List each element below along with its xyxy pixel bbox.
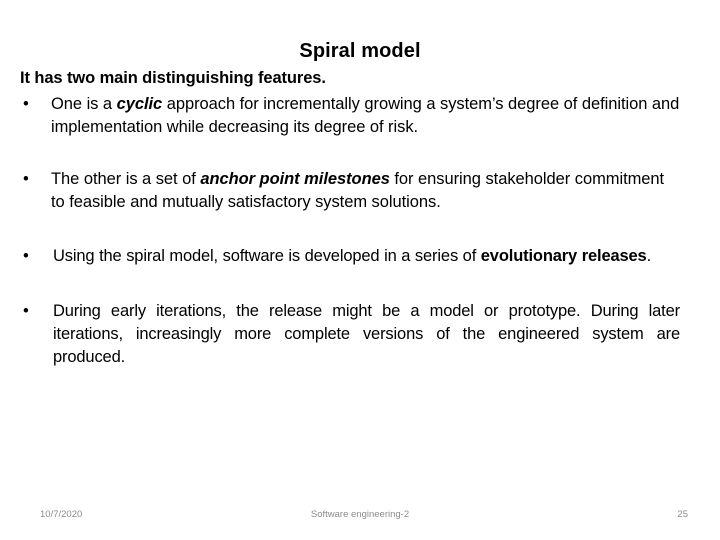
lead-statement: It has two main distinguishing features.	[20, 69, 326, 87]
list-item-text: During early iterations, the release mig…	[53, 302, 680, 366]
footer-course-label: Software engineering-2	[310, 509, 410, 520]
slide-footer: 10/7/2020 Software engineering-2 25	[0, 508, 720, 528]
bullet-list: • One is a cyclic approach for increment…	[20, 93, 680, 369]
slide-body: It has two main distinguishing features.…	[20, 68, 680, 369]
bullet-marker: •	[23, 170, 29, 188]
list-item: • Using the spiral model, software is de…	[20, 245, 680, 268]
slide: Spiral model It has two main distinguish…	[0, 0, 720, 540]
list-item-text: Using the spiral model, software is deve…	[53, 247, 652, 265]
bullet-marker: •	[23, 247, 29, 265]
list-item-text: The other is a set of anchor point miles…	[51, 170, 665, 211]
slide-number: 25	[677, 509, 688, 520]
list-item: • One is a cyclic approach for increment…	[20, 93, 680, 139]
bullet-marker: •	[23, 302, 29, 320]
list-item-text: One is a cyclic approach for incremental…	[51, 95, 680, 136]
list-item: • The other is a set of anchor point mil…	[20, 168, 680, 214]
list-item: • During early iterations, the release m…	[20, 300, 680, 369]
bullet-marker: •	[23, 95, 29, 113]
page-title: Spiral model	[299, 40, 421, 63]
